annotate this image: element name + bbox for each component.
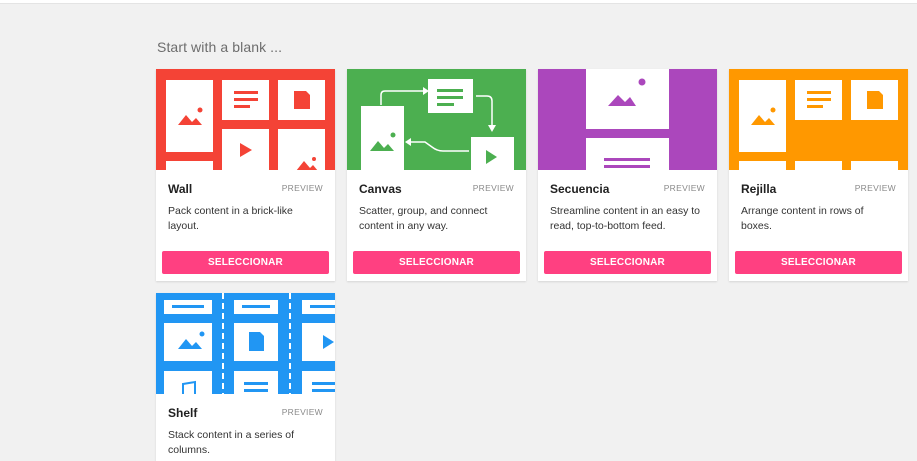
card-shelf[interactable]: Shelf PREVIEW Stack content in a series … — [156, 293, 335, 461]
canvas-illustration — [347, 69, 526, 170]
card-rejilla[interactable]: Rejilla PREVIEW Arrange content in rows … — [729, 69, 908, 281]
shelf-illustration — [156, 293, 335, 394]
preview-link[interactable]: PREVIEW — [282, 183, 323, 193]
card-description: Arrange content in rows of boxes. — [741, 205, 864, 232]
page-heading: Start with a blank ... — [157, 39, 283, 55]
document-icon — [867, 91, 883, 109]
preview-link[interactable]: PREVIEW — [855, 183, 896, 193]
document-icon — [249, 332, 264, 351]
rejilla-illustration — [729, 69, 908, 170]
select-rejilla-button[interactable]: SELECCIONAR — [735, 251, 902, 274]
card-description: Pack content in a brick-like layout. — [168, 205, 293, 232]
card-title: Canvas — [359, 182, 402, 196]
card-wall[interactable]: Wall PREVIEW Pack content in a brick-lik… — [156, 69, 335, 281]
wall-illustration — [156, 69, 335, 170]
card-description: Streamline content in an easy to read, t… — [550, 205, 701, 232]
document-icon — [294, 91, 310, 109]
card-title: Rejilla — [741, 182, 777, 196]
card-canvas[interactable]: Canvas PREVIEW Scatter, group, and conne… — [347, 69, 526, 281]
card-title: Wall — [168, 182, 193, 196]
card-title: Shelf — [168, 406, 198, 420]
card-description: Scatter, group, and connect content in a… — [359, 205, 488, 232]
secuencia-illustration — [538, 69, 717, 170]
select-canvas-button[interactable]: SELECCIONAR — [353, 251, 520, 274]
preview-link[interactable]: PREVIEW — [664, 183, 705, 193]
select-wall-button[interactable]: SELECCIONAR — [162, 251, 329, 274]
preview-link[interactable]: PREVIEW — [473, 183, 514, 193]
card-description: Stack content in a series of columns. — [168, 429, 295, 456]
preview-link[interactable]: PREVIEW — [282, 407, 323, 417]
card-title: Secuencia — [550, 182, 610, 196]
select-secuencia-button[interactable]: SELECCIONAR — [544, 251, 711, 274]
top-bar — [0, 0, 917, 4]
card-secuencia[interactable]: Secuencia PREVIEW Streamline content in … — [538, 69, 717, 281]
